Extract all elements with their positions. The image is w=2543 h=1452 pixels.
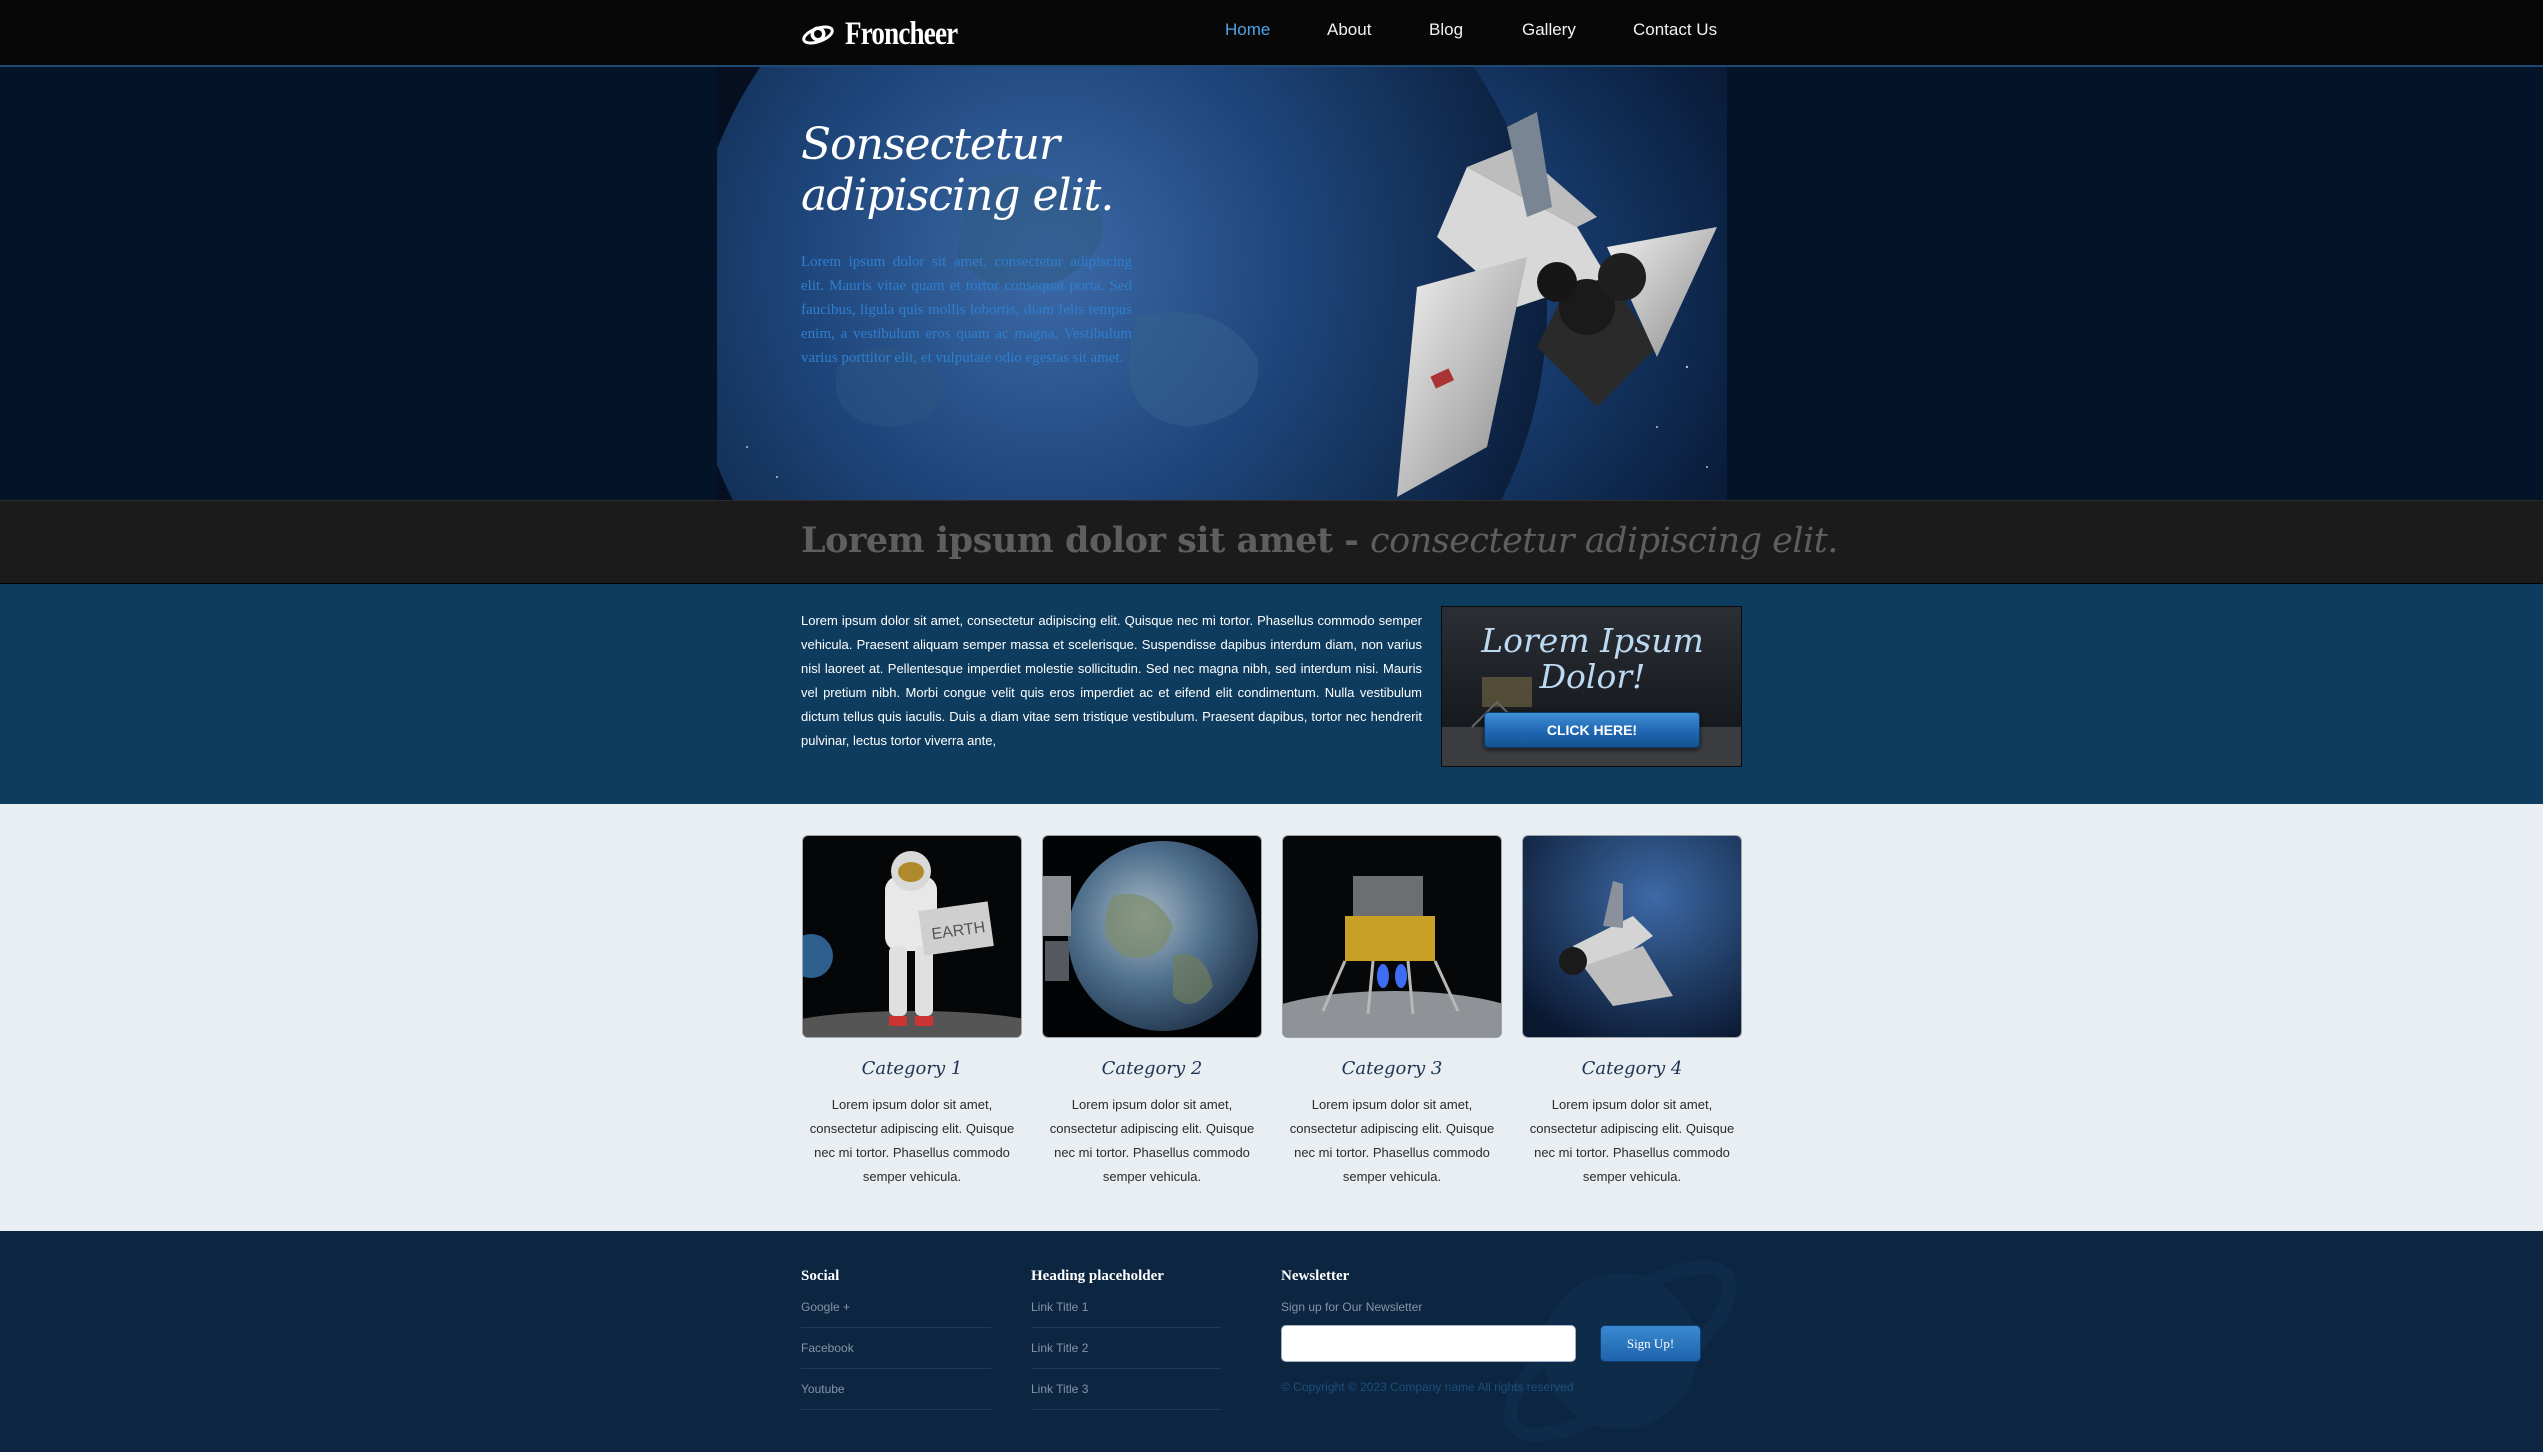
- intro-band: Lorem ipsum dolor sit amet, consectetur …: [0, 584, 2543, 804]
- tagline-text: Lorem ipsum dolor sit amet - consectetur…: [801, 520, 1838, 561]
- footer-divider: [801, 1368, 991, 1369]
- footer-link-title-1[interactable]: Link Title 1: [1031, 1300, 1088, 1314]
- astronaut-image: EARTH: [803, 836, 1021, 1037]
- footer-link-facebook[interactable]: Facebook: [801, 1341, 854, 1355]
- category-4-text: Lorem ipsum dolor sit amet, consectetur …: [1529, 1097, 1735, 1184]
- category-card-4: Category 4 Lorem ipsum dolor sit amet, c…: [1522, 835, 1742, 1189]
- category-4-image[interactable]: [1522, 835, 1742, 1038]
- footer-divider: [1031, 1409, 1221, 1410]
- newsletter-subtext: Sign up for Our Newsletter: [1281, 1300, 1423, 1314]
- brand-name: Froncheer: [845, 15, 958, 52]
- click-here-button[interactable]: CLICK HERE!: [1484, 712, 1700, 748]
- site-header: Froncheer Home About Blog Gallery Contac…: [0, 0, 2543, 67]
- nav-contact-us[interactable]: Contact Us: [1633, 20, 1717, 40]
- footer-link-title-2[interactable]: Link Title 2: [1031, 1341, 1088, 1355]
- footer-link-title-3[interactable]: Link Title 3: [1031, 1382, 1088, 1396]
- category-3-text: Lorem ipsum dolor sit amet, consectetur …: [1289, 1097, 1495, 1184]
- category-2-text: Lorem ipsum dolor sit amet, consectetur …: [1049, 1097, 1255, 1184]
- category-1-image[interactable]: EARTH: [802, 835, 1022, 1038]
- footer-newsletter-heading: Newsletter: [1281, 1268, 1350, 1284]
- space-shuttle-image: [1523, 836, 1741, 1037]
- copyright-text: © Copyright © 2023 Company name All righ…: [1281, 1380, 1574, 1394]
- lunar-lander-image: [1283, 836, 1501, 1037]
- site-footer: Social Google + Facebook Youtube Heading…: [0, 1231, 2543, 1452]
- footer-links-heading: Heading placeholder: [1031, 1268, 1164, 1284]
- category-3-image[interactable]: [1282, 835, 1502, 1038]
- footer-divider: [801, 1409, 991, 1410]
- nav-about[interactable]: About: [1327, 20, 1371, 40]
- tagline-strong: Lorem ipsum dolor sit amet: [801, 520, 1333, 561]
- category-3-title[interactable]: Category 3: [1282, 1058, 1502, 1079]
- tagline-separator: -: [1332, 520, 1371, 561]
- category-1-title[interactable]: Category 1: [802, 1058, 1022, 1079]
- nav-home[interactable]: Home: [1225, 20, 1270, 40]
- planet-logo-icon: [802, 25, 834, 45]
- promo-title: Lorem Ipsum Dolor!: [1481, 621, 1704, 696]
- footer-link-youtube[interactable]: Youtube: [801, 1382, 845, 1396]
- category-4-title[interactable]: Category 4: [1522, 1058, 1742, 1079]
- category-2-image[interactable]: [1042, 835, 1262, 1038]
- sign-up-button[interactable]: Sign Up!: [1600, 1325, 1701, 1362]
- nav-gallery[interactable]: Gallery: [1522, 20, 1576, 40]
- hero-banner: Sonsectetur adipiscing elit. Lorem ipsum…: [0, 67, 2543, 500]
- footer-divider: [801, 1327, 991, 1328]
- hero-title-line-2: adipiscing elit.: [801, 170, 1114, 221]
- newsletter-email-input[interactable]: [1281, 1325, 1576, 1362]
- category-card-2: Category 2 Lorem ipsum dolor sit amet, c…: [1042, 835, 1262, 1189]
- footer-divider: [1031, 1327, 1221, 1328]
- footer-social-heading: Social: [801, 1268, 840, 1284]
- category-card-3: Category 3 Lorem ipsum dolor sit amet, c…: [1282, 835, 1502, 1189]
- tagline-italic: consectetur adipiscing elit.: [1370, 521, 1838, 561]
- hero-title: Sonsectetur adipiscing elit.: [801, 119, 1114, 221]
- footer-link-google-plus[interactable]: Google +: [801, 1300, 850, 1314]
- nav-blog[interactable]: Blog: [1429, 20, 1463, 40]
- intro-text: Lorem ipsum dolor sit amet, consectetur …: [801, 613, 1422, 748]
- tagline-band: Lorem ipsum dolor sit amet - consectetur…: [0, 500, 2543, 584]
- footer-divider: [1031, 1368, 1221, 1369]
- promo-box: Lorem Ipsum Dolor! CLICK HERE!: [1441, 606, 1742, 767]
- category-card-1: EARTH Category 1 Lorem ipsum dolor sit a…: [802, 835, 1022, 1189]
- hero-description: Lorem ipsum dolor sit amet, consectetur …: [801, 254, 1132, 366]
- planet-earth-image: [1043, 836, 1261, 1037]
- hero-title-line-1: Sonsectetur: [801, 119, 1060, 170]
- category-1-text: Lorem ipsum dolor sit amet, consectetur …: [809, 1097, 1015, 1184]
- brand-logo[interactable]: Froncheer: [801, 12, 982, 56]
- category-2-title[interactable]: Category 2: [1042, 1058, 1262, 1079]
